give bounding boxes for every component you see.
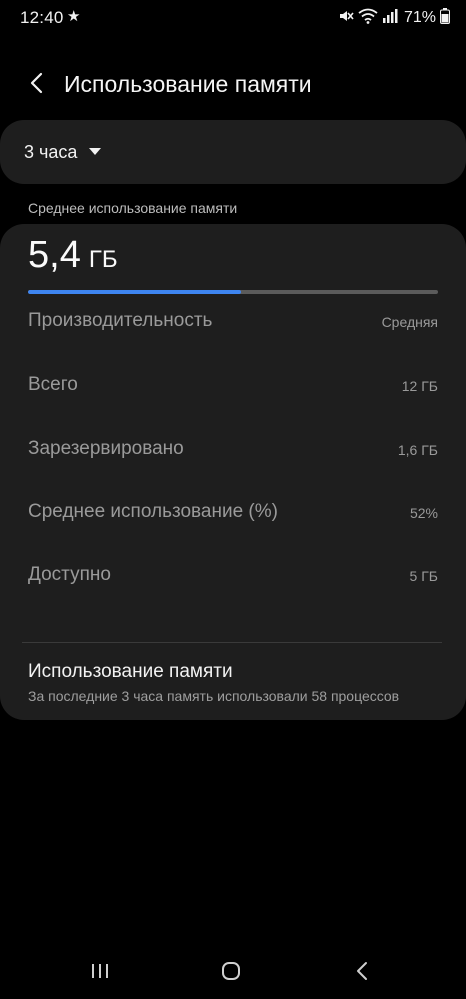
battery-percent: 71% [403, 9, 436, 26]
home-button[interactable] [211, 956, 251, 990]
period-card: 3 часа [0, 120, 466, 184]
detail-label: Всего [28, 374, 78, 395]
detail-value: 5 ГБ [409, 568, 438, 584]
recents-button[interactable] [80, 956, 120, 990]
caret-down-icon [89, 143, 102, 161]
page-title: Использование памяти [64, 71, 312, 97]
navigation-bar [0, 950, 466, 995]
home-icon [221, 961, 241, 986]
recents-icon [90, 962, 110, 985]
detail-label: Производительность [28, 310, 213, 331]
wifi-icon [358, 8, 378, 29]
app-header: Использование памяти [0, 60, 466, 110]
usage-value: 5,4 ГБ [28, 234, 118, 277]
period-dropdown[interactable]: 3 часа [24, 138, 102, 166]
usage-progress-fill [28, 290, 242, 294]
status-icons: 71% [338, 7, 450, 29]
section-caption: Среднее использование памяти [28, 200, 238, 216]
detail-value: 1,6 ГБ [397, 442, 438, 458]
chevron-left-icon [29, 71, 45, 100]
memory-usage-link[interactable]: Использование памяти За последние 3 часа… [0, 643, 466, 720]
detail-row-total: Всего 12 ГБ [28, 374, 438, 404]
detail-row-performance: Производительность Средняя [28, 310, 438, 340]
nav-back-button[interactable] [342, 956, 382, 990]
status-time: 12:40 [20, 8, 64, 27]
detail-value: Средняя [381, 314, 438, 330]
star-icon: ★ [67, 8, 81, 25]
detail-value: 52% [409, 505, 438, 521]
usage-unit: ГБ [88, 246, 118, 273]
detail-label: Среднее использование (%) [28, 501, 278, 522]
detail-label: Доступно [28, 564, 111, 585]
detail-label: Зарезервировано [28, 438, 184, 459]
back-icon [355, 961, 369, 986]
detail-value: 12 ГБ [401, 378, 438, 394]
signal-icon [382, 8, 398, 29]
back-button[interactable] [20, 68, 54, 102]
status-bar: 12:40 ★ 71% [0, 0, 466, 36]
memory-usage-link-subtitle: За последние 3 часа память использовали … [28, 688, 400, 704]
detail-row-reserved: Зарезервировано 1,6 ГБ [28, 438, 438, 468]
memory-summary-card: 5,4 ГБ Производительность Средняя Всего … [0, 224, 466, 720]
usage-number: 5,4 [28, 234, 81, 276]
memory-usage-link-title: Использование памяти [28, 661, 233, 682]
battery-icon [440, 7, 450, 29]
mute-icon [338, 8, 354, 29]
period-selected: 3 часа [24, 141, 78, 162]
detail-row-available: Доступно 5 ГБ [28, 564, 438, 594]
usage-progress-bar [28, 290, 438, 294]
detail-row-average-percent: Среднее использование (%) 52% [28, 501, 438, 531]
